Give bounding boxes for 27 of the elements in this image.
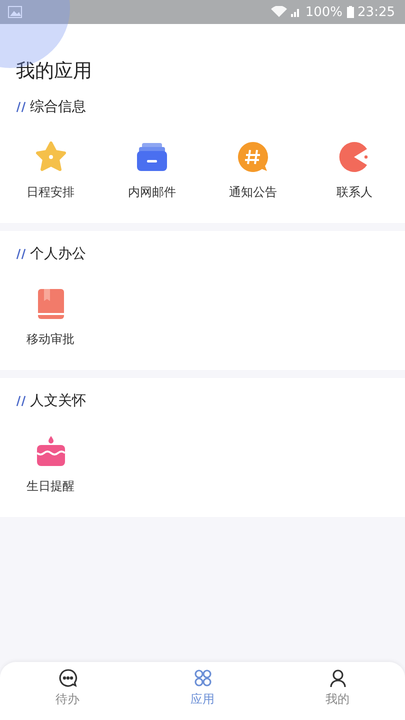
section-title: 综合信息 — [30, 98, 86, 116]
clock: 23:25 — [358, 4, 395, 20]
nav-tab[interactable]: 待办 — [0, 662, 135, 720]
app-label[interactable]: 移动审批 — [26, 331, 75, 348]
tray-icon — [134, 140, 169, 174]
section-title: 人文关怀 — [30, 392, 86, 410]
image-icon — [8, 6, 22, 18]
star-icon — [34, 140, 68, 174]
app-label[interactable]: 生日提醒 — [26, 478, 75, 495]
wifi-icon — [271, 6, 288, 18]
battery-percent: 100% — [305, 4, 343, 20]
app-label[interactable]: 日程安排 — [26, 184, 75, 201]
page-title: 我的应用 — [15, 59, 93, 84]
app-label[interactable]: 通知公告 — [229, 184, 278, 201]
nav-tab[interactable]: 我的 — [270, 662, 405, 720]
app-label[interactable]: 内网邮件 — [128, 184, 176, 201]
user-icon — [328, 668, 348, 688]
slash-icon — [16, 395, 26, 407]
chat-icon — [58, 668, 78, 688]
slash-icon — [16, 248, 26, 260]
battery-icon — [346, 6, 354, 18]
signal-icon — [291, 7, 302, 17]
app-label[interactable]: 联系人 — [336, 184, 372, 201]
hash-icon — [236, 140, 270, 174]
apps-icon — [192, 668, 212, 688]
section-title: 个人办公 — [30, 245, 86, 263]
slash-icon — [16, 101, 26, 113]
